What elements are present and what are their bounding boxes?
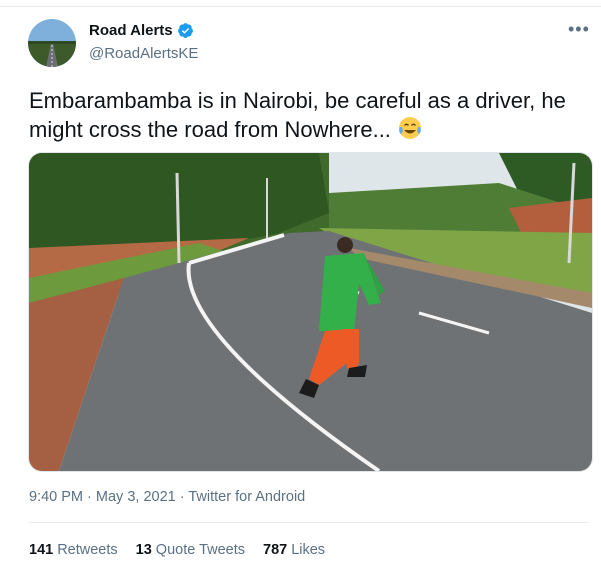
more-options-icon[interactable]: ••• [568,20,590,38]
avatar[interactable] [28,19,76,67]
likes-count: 787 [263,542,288,558]
tweet-text-body: Embarambamba is in Nairobi, be careful a… [29,88,566,142]
author-display-name[interactable]: Road Alerts [89,22,173,39]
quote-tweets-stat[interactable]: 13 Quote Tweets [136,542,245,558]
tweet-media-photo[interactable] [28,152,593,472]
road-avatar-icon [28,19,76,67]
face-with-tears-of-joy-icon [397,115,423,148]
likes-stat[interactable]: 787 Likes [263,542,325,558]
retweets-label: Retweets [57,542,118,558]
tweet-meta: 9:40 PM · May 3, 2021 · Twitter for Andr… [29,489,305,505]
tweet-source[interactable]: Twitter for Android [188,489,305,505]
meta-separator: · [179,489,185,505]
road-photo-icon [29,153,592,471]
likes-label: Likes [291,542,326,558]
top-border [0,6,601,7]
tweet-text: Embarambamba is in Nairobi, be careful a… [29,86,569,148]
divider [29,522,589,523]
quote-tweets-label: Quote Tweets [155,542,245,558]
retweets-stat[interactable]: 141 Retweets [29,542,118,558]
tweet-stats: 141 Retweets 13 Quote Tweets 787 Likes [29,542,325,558]
verified-badge-icon [177,23,193,38]
retweets-count: 141 [29,542,54,558]
meta-separator: · [87,489,92,505]
tweet-time[interactable]: 9:40 PM [29,489,83,505]
author-handle[interactable]: @RoadAlertsKE [89,45,198,62]
author-name-row[interactable]: Road Alerts [89,22,194,39]
quote-tweets-count: 13 [135,542,152,558]
tweet-date[interactable]: May 3, 2021 [96,489,176,505]
